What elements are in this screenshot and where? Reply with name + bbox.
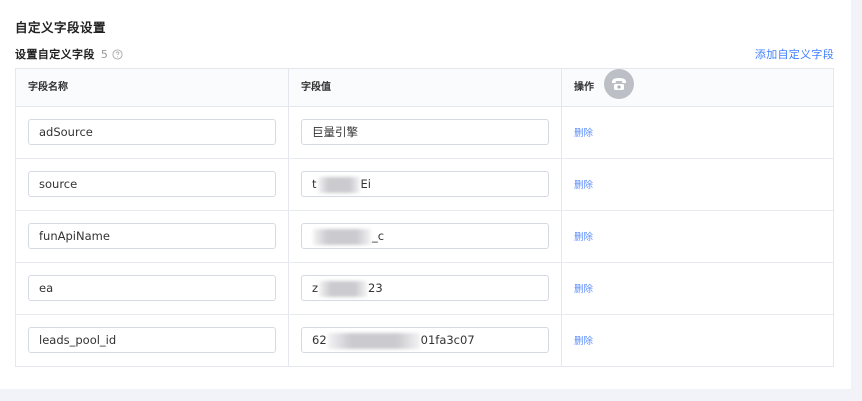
field-value-text-start: 62 [312,333,327,347]
field-value-text-start: t [312,177,317,191]
field-value-text-end: _c [372,229,385,243]
help-circle-icon[interactable] [112,48,123,60]
delete-link[interactable]: 删除 [574,281,593,295]
redacted-value [319,280,368,297]
sub-header-title: 设置自定义字段 [15,48,95,61]
custom-fields-panel: 自定义字段设置 设置自定义字段 5 添加自定义字段 字段名称 字段值 操作 ad… [0,0,851,389]
field-value-text-end: Ei [360,177,371,191]
delete-link[interactable]: 删除 [574,125,593,139]
field-value-text-end: 23 [368,281,383,295]
table-header: 字段名称 字段值 操作 [16,69,833,107]
phone-contact-button[interactable] [604,69,634,99]
custom-fields-table: 字段名称 字段值 操作 adSource 巨量引擎 删除 source t Ei … [15,68,834,367]
delete-link[interactable]: 删除 [574,177,593,191]
add-custom-field-link[interactable]: 添加自定义字段 [755,46,834,62]
delete-link[interactable]: 删除 [574,229,593,243]
field-value-text-end: 01fa3c07 [420,333,475,347]
field-value-input[interactable]: z 23 [301,275,549,301]
section-title: 自定义字段设置 [15,20,107,35]
sub-header: 设置自定义字段 5 [15,46,123,62]
field-value-input[interactable]: _c [301,223,549,249]
delete-link[interactable]: 删除 [574,333,593,347]
column-header-actions: 操作 [574,82,594,93]
field-name-input[interactable]: source [28,171,276,197]
field-value-input[interactable]: 巨量引擎 [301,119,549,145]
field-count: 5 [100,47,108,61]
table-row: funApiName _c 删除 [16,211,833,263]
column-header-field-name: 字段名称 [28,82,68,93]
column-header-field-value: 字段值 [301,82,331,93]
vertical-scrollbar[interactable] [851,0,862,389]
redacted-value [327,332,420,349]
field-value-input[interactable]: 62 01fa3c07 [301,327,549,353]
field-name-input[interactable]: ea [28,275,276,301]
field-name-input[interactable]: adSource [28,119,276,145]
redacted-value [317,176,360,193]
phone-icon [612,78,626,90]
table-row: adSource 巨量引擎 删除 [16,107,833,159]
redacted-value [313,228,371,245]
field-value-input[interactable]: t Ei [301,171,549,197]
field-value-text: 巨量引擎 [312,125,358,139]
table-row: source t Ei 删除 [16,159,833,211]
field-name-input[interactable]: funApiName [28,223,276,249]
table-row: leads_pool_id 62 01fa3c07 删除 [16,315,833,367]
field-name-input[interactable]: leads_pool_id [28,327,276,353]
table-row: ea z 23 删除 [16,263,833,315]
field-value-text-start: z [312,281,319,295]
